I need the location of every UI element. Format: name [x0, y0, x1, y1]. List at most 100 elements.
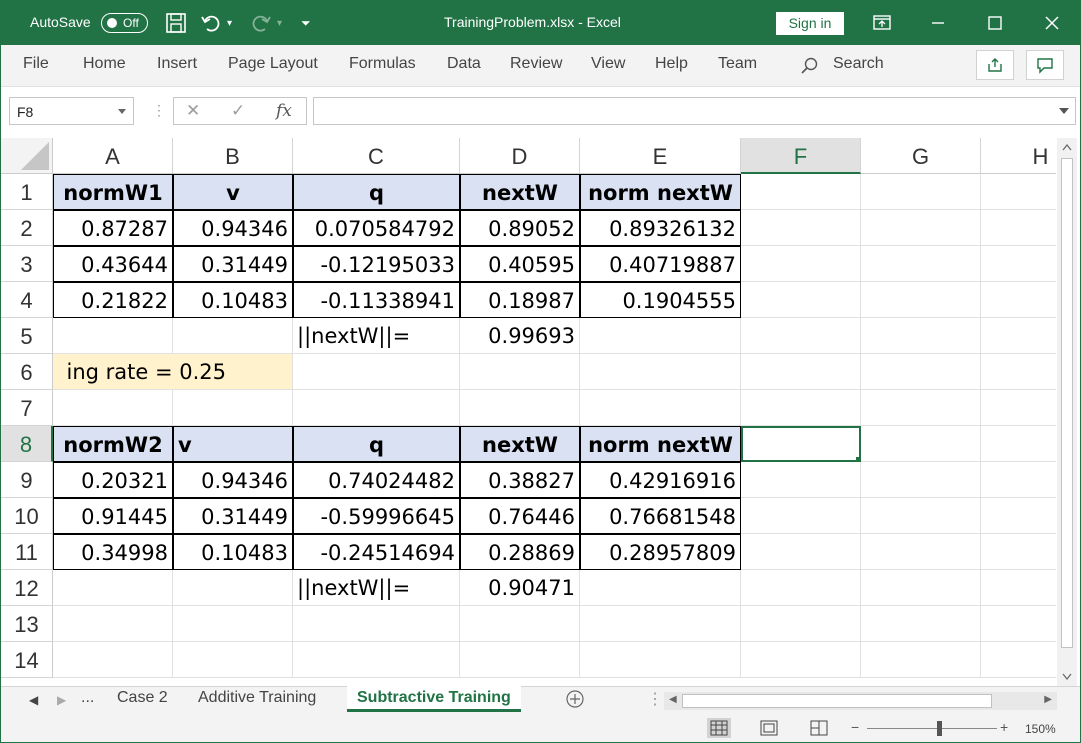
horizontal-scrollbar[interactable]: ◀ ▶ — [664, 692, 1057, 710]
formula-input[interactable] — [313, 97, 1076, 125]
column-header-a[interactable]: A — [53, 138, 173, 174]
cell-c5[interactable]: ||nextW||= — [293, 318, 460, 354]
cell-a12[interactable] — [53, 570, 173, 606]
scroll-left-icon[interactable]: ◀ — [669, 694, 677, 705]
cell-b5[interactable] — [173, 318, 293, 354]
tab-page-layout[interactable]: Page Layout — [228, 55, 318, 73]
cell-e14[interactable] — [580, 642, 741, 678]
cell-e9[interactable]: 0.42916916 — [580, 462, 741, 498]
ribbon-display-icon[interactable] — [867, 11, 897, 35]
enter-icon[interactable]: ✓ — [231, 101, 245, 121]
name-box[interactable]: F8 — [9, 97, 134, 125]
worksheet-grid[interactable]: A B C D E F G H 1 normW1 v q nextW norm nextW 2 0.87287… — [1, 138, 1056, 686]
cell-d9[interactable]: 0.38827 — [460, 462, 580, 498]
zoom-slider[interactable] — [867, 728, 997, 729]
tab-split-handle-icon[interactable]: ⋮ — [647, 689, 663, 709]
tab-help[interactable]: Help — [655, 55, 688, 73]
cell-d5[interactable]: 0.99693 — [460, 318, 580, 354]
customize-toolbar-icon[interactable]: ⏷ — [301, 11, 311, 35]
cell-h5[interactable] — [981, 318, 1056, 354]
cell-g6[interactable] — [861, 354, 981, 390]
cell-b9[interactable]: 0.94346 — [173, 462, 293, 498]
cell-h10[interactable] — [981, 498, 1056, 534]
cell-h8[interactable] — [981, 426, 1056, 462]
cell-h9[interactable] — [981, 462, 1056, 498]
select-all-button[interactable] — [1, 138, 53, 174]
cell-f4[interactable] — [741, 282, 861, 318]
cell-e7[interactable] — [580, 390, 741, 426]
sign-in-button[interactable]: Sign in — [776, 12, 844, 35]
cell-a4[interactable]: 0.21822 — [53, 282, 173, 318]
expand-formula-icon[interactable] — [1059, 108, 1069, 114]
cell-b12[interactable] — [173, 570, 293, 606]
page-layout-view-icon[interactable] — [757, 718, 781, 738]
cell-a8[interactable]: normW2 — [53, 426, 173, 462]
cell-f7[interactable] — [741, 390, 861, 426]
cell-f13[interactable] — [741, 606, 861, 642]
share-button[interactable] — [976, 50, 1014, 80]
chevron-down-icon[interactable] — [118, 109, 126, 114]
close-icon[interactable] — [1037, 11, 1067, 35]
cell-g10[interactable] — [861, 498, 981, 534]
cell-d7[interactable] — [460, 390, 580, 426]
cell-h11[interactable] — [981, 534, 1056, 570]
cell-e11[interactable]: 0.28957809 — [580, 534, 741, 570]
cell-g12[interactable] — [861, 570, 981, 606]
sheet-tab-subtractive-training[interactable]: Subtractive Training — [347, 686, 521, 712]
next-sheet-icon[interactable]: ▶ — [57, 693, 66, 707]
cell-d14[interactable] — [460, 642, 580, 678]
cell-h7[interactable] — [981, 390, 1056, 426]
cell-g11[interactable] — [861, 534, 981, 570]
cell-e4[interactable]: 0.1904555 — [580, 282, 741, 318]
cell-d1[interactable]: nextW — [460, 174, 580, 210]
cell-b3[interactable]: 0.31449 — [173, 246, 293, 282]
cell-a13[interactable] — [53, 606, 173, 642]
zoom-level[interactable]: 150% — [1025, 722, 1056, 736]
cell-g2[interactable] — [861, 210, 981, 246]
cell-c7[interactable] — [293, 390, 460, 426]
cell-f14[interactable] — [741, 642, 861, 678]
row-header-2[interactable]: 2 — [1, 210, 53, 246]
vertical-scroll-thumb[interactable] — [1061, 158, 1073, 648]
cell-d13[interactable] — [460, 606, 580, 642]
cell-d10[interactable]: 0.76446 — [460, 498, 580, 534]
cell-d4[interactable]: 0.18987 — [460, 282, 580, 318]
horizontal-scroll-thumb[interactable] — [682, 694, 992, 708]
tab-data[interactable]: Data — [447, 55, 481, 73]
cell-b7[interactable] — [173, 390, 293, 426]
cell-f5[interactable] — [741, 318, 861, 354]
row-header-8[interactable]: 8 — [1, 426, 53, 462]
row-header-5[interactable]: 5 — [1, 318, 53, 354]
cell-e12[interactable] — [580, 570, 741, 606]
cell-b8[interactable]: v — [173, 426, 293, 462]
cell-f6[interactable] — [741, 354, 861, 390]
cell-f11[interactable] — [741, 534, 861, 570]
scroll-up-icon[interactable] — [1062, 143, 1072, 151]
cell-g4[interactable] — [861, 282, 981, 318]
column-header-c[interactable]: C — [293, 138, 460, 174]
prev-sheet-icon[interactable]: ◀ — [29, 693, 38, 707]
row-header-3[interactable]: 3 — [1, 246, 53, 282]
cell-f9[interactable] — [741, 462, 861, 498]
sheet-tab-additive-training[interactable]: Additive Training — [198, 689, 316, 707]
column-header-b[interactable]: B — [173, 138, 293, 174]
cell-g7[interactable] — [861, 390, 981, 426]
row-header-10[interactable]: 10 — [1, 498, 53, 534]
cell-g1[interactable] — [861, 174, 981, 210]
cell-b2[interactable]: 0.94346 — [173, 210, 293, 246]
row-header-6[interactable]: 6 — [1, 354, 53, 390]
cell-f10[interactable] — [741, 498, 861, 534]
cell-h14[interactable] — [981, 642, 1056, 678]
cell-b14[interactable] — [173, 642, 293, 678]
tab-file[interactable]: File — [23, 55, 49, 73]
cell-a14[interactable] — [53, 642, 173, 678]
cell-a6[interactable]: ing rate = 0.25 — [53, 354, 293, 390]
cell-d6[interactable] — [460, 354, 580, 390]
cell-f2[interactable] — [741, 210, 861, 246]
cell-e6[interactable] — [580, 354, 741, 390]
undo-dropdown-icon[interactable]: ▾ — [227, 11, 232, 35]
cell-a10[interactable]: 0.91445 — [53, 498, 173, 534]
row-header-1[interactable]: 1 — [1, 174, 53, 210]
column-header-e[interactable]: E — [580, 138, 741, 174]
comments-button[interactable] — [1026, 50, 1064, 80]
